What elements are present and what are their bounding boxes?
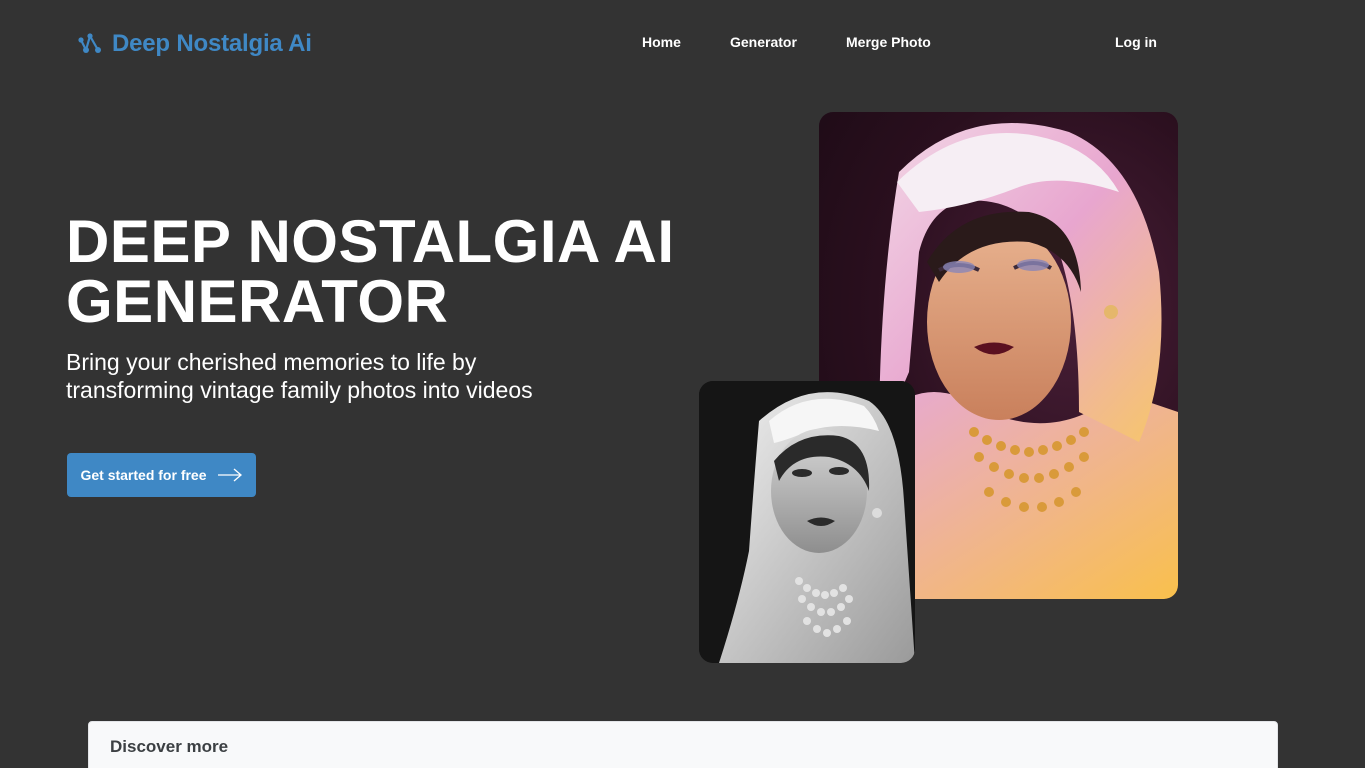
page: Deep Nostalgia Ai Home Generator Merge P… (0, 0, 1365, 768)
get-started-button[interactable]: Get started for free (67, 453, 256, 497)
logo-text: Deep Nostalgia Ai (112, 30, 312, 57)
logo-link[interactable]: Deep Nostalgia Ai (76, 28, 312, 60)
hero-title: DEEP NOSTALGIA AI GENERATOR (66, 212, 706, 332)
hero-subtitle: Bring your cherished memories to life by… (66, 348, 626, 404)
hero-subtitle-line1: Bring your cherished memories to life by (66, 349, 477, 375)
nav-home[interactable]: Home (642, 34, 681, 50)
hero-subtitle-line2: transforming vintage family photos into … (66, 377, 533, 403)
nav-merge-photo[interactable]: Merge Photo (846, 34, 931, 50)
nav-generator[interactable]: Generator (730, 34, 797, 50)
logo-icon (78, 33, 101, 53)
login-link[interactable]: Log in (1115, 34, 1157, 50)
black-white-portrait-image (699, 381, 915, 663)
discover-more-panel[interactable]: Discover more (88, 721, 1278, 768)
hero-title-line1: DEEP NOSTALGIA AI (66, 208, 675, 275)
discover-more-label: Discover more (110, 737, 229, 756)
get-started-label: Get started for free (80, 467, 207, 483)
bw-portrait-illustration (699, 381, 915, 663)
hero-title-line2: GENERATOR (66, 268, 449, 335)
arrow-right-icon (217, 468, 242, 482)
